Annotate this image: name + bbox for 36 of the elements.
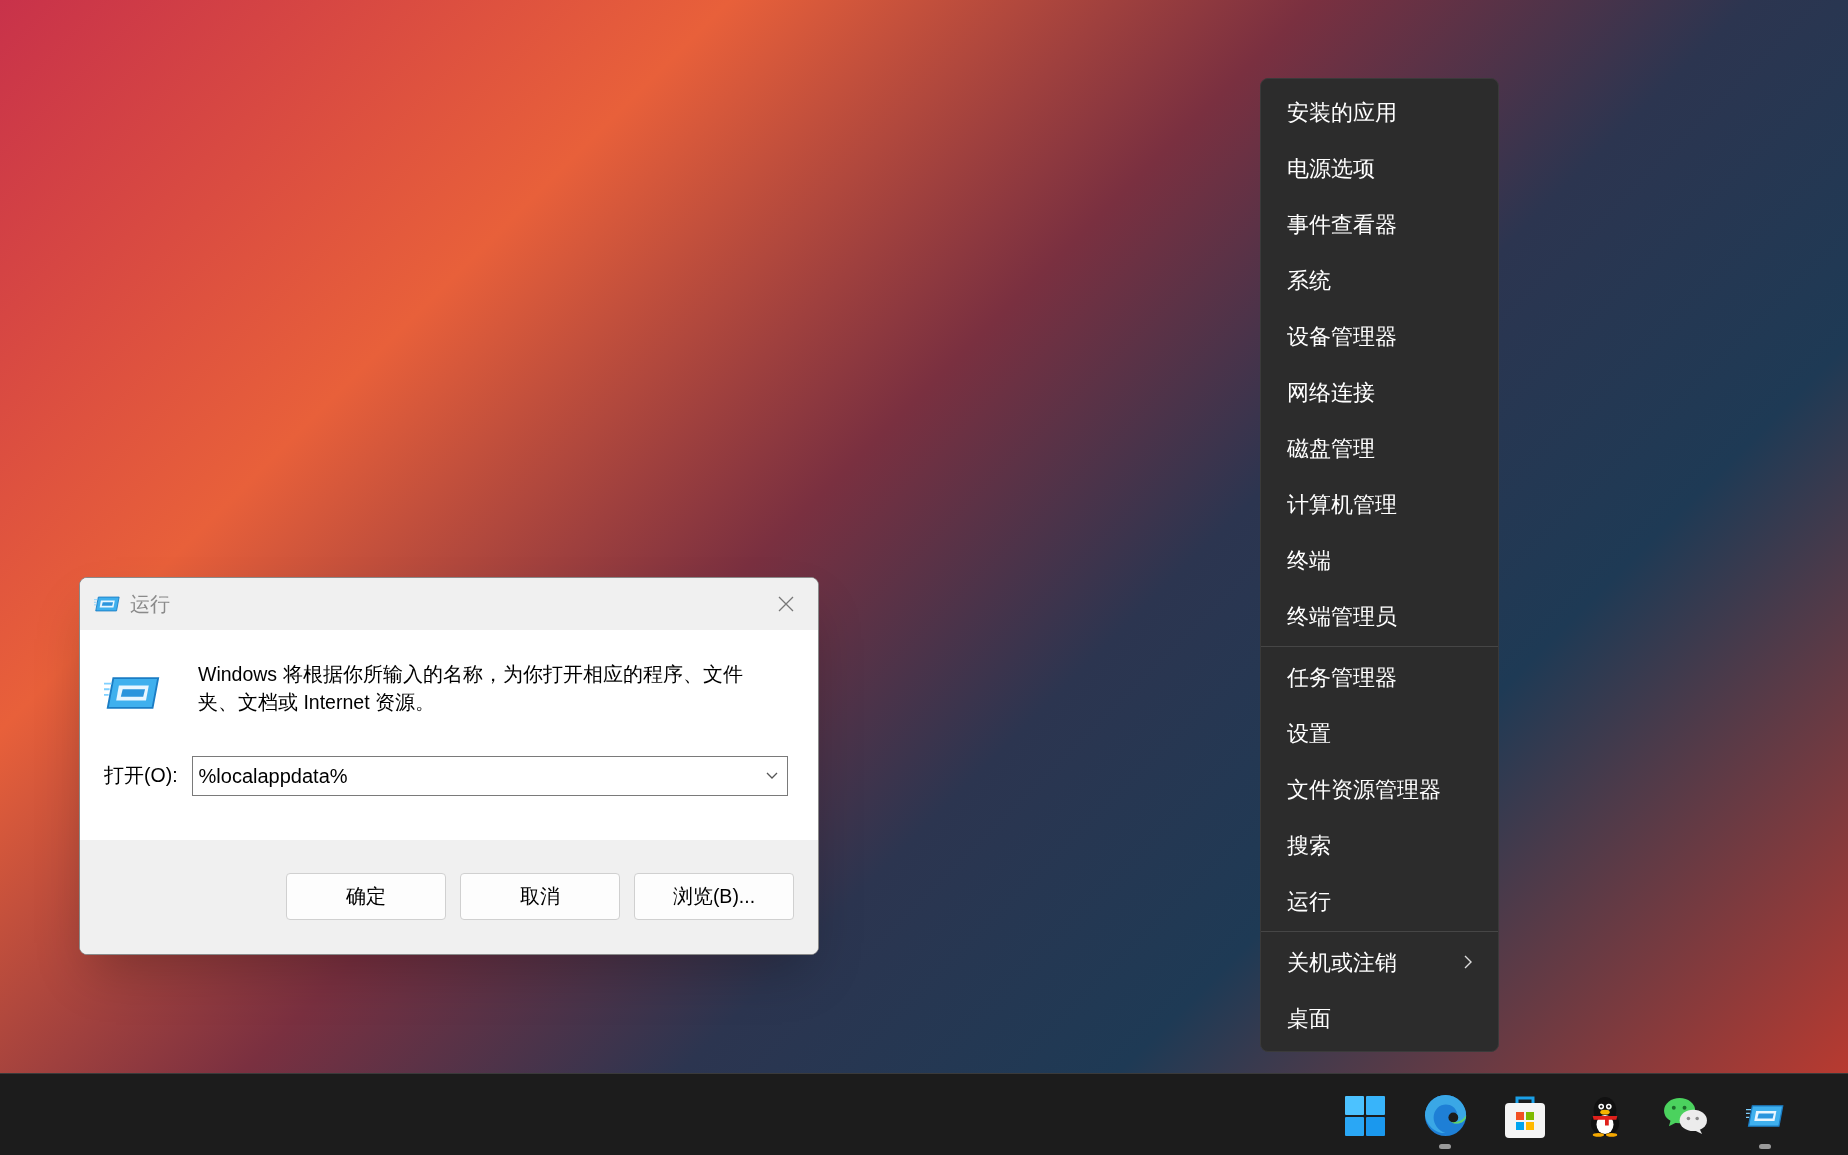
description-text: Windows 将根据你所输入的名称，为你打开相应的程序、文件夹、文档或 Internet 资源。 [198,662,744,715]
chevron-right-icon [1464,955,1472,969]
open-combo-box[interactable]: %localappdata% [191,756,788,796]
menu-item[interactable]: 关机或注销 [1261,934,1498,990]
menu-item[interactable]: 桌面 [1261,990,1498,1046]
run-app-icon [1746,1103,1784,1128]
running-indicator [1439,1143,1451,1149]
menu-item[interactable]: 计算机管理 [1261,476,1498,532]
menu-item[interactable]: 安装的应用 [1261,84,1498,140]
menu-item[interactable]: 终端 [1261,532,1498,588]
browser-icon [1423,1094,1467,1137]
menu-item[interactable]: 电源选项 [1261,140,1498,196]
dialog-button[interactable]: 取消 [460,873,620,920]
menu-item[interactable]: 设备管理器 [1261,308,1498,364]
menu-item[interactable]: 搜索 [1261,817,1498,873]
run-app-icon [104,676,160,710]
menu-item[interactable]: 系统 [1261,252,1498,308]
menu-item[interactable]: 运行 [1261,873,1498,929]
dialog-button[interactable]: 浏览(B)... [634,873,794,920]
menu-item[interactable]: 设置 [1261,705,1498,761]
menu-item[interactable]: 网络连接 [1261,364,1498,420]
windows-logo-icon [1345,1095,1385,1136]
menu-item[interactable]: 终端管理员 [1261,588,1498,644]
run-app-icon [94,596,120,612]
running-indicator [1759,1143,1771,1149]
penguin-icon [1588,1094,1622,1137]
menu-item[interactable]: 磁盘管理 [1261,420,1498,476]
close-icon [778,596,794,612]
dialog-button[interactable]: 确定 [286,873,446,920]
menu-item[interactable]: 文件资源管理器 [1261,761,1498,817]
chat-bubbles-icon [1662,1096,1708,1135]
window-title: 运行 [130,592,170,617]
dropdown-caret-icon [765,772,778,780]
menu-item[interactable]: 任务管理器 [1261,649,1498,705]
open-label: 打开(O): [104,763,178,789]
menu-item[interactable]: 事件查看器 [1261,196,1498,252]
